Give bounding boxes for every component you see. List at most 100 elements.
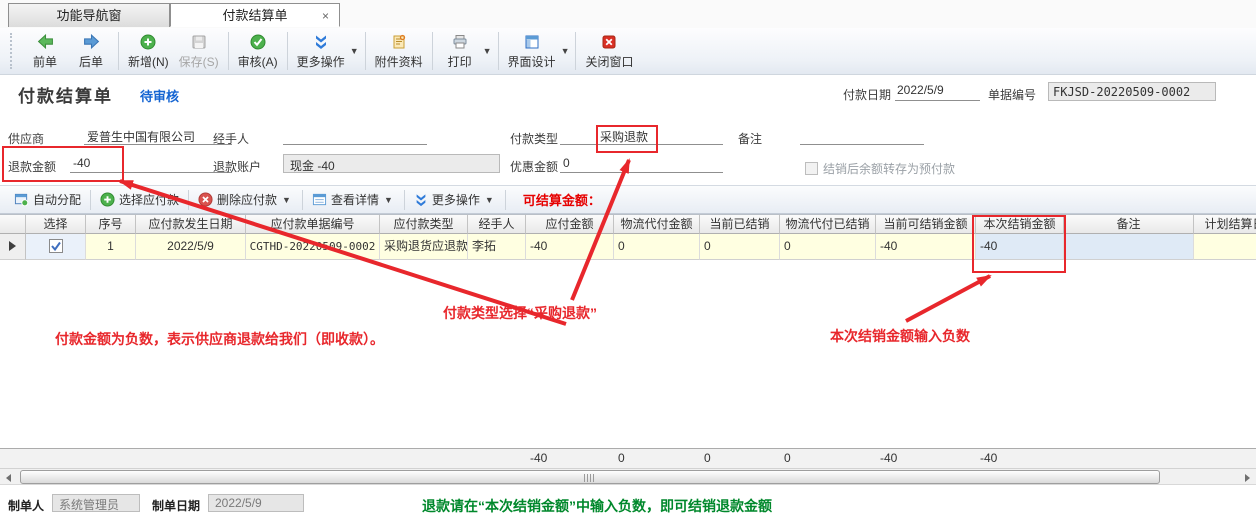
- cell-logistics-settled[interactable]: 0: [780, 234, 876, 260]
- pay-type-field[interactable]: 采购退款: [560, 128, 723, 145]
- doc-no-field: FKJSD-20220509-0002: [1048, 82, 1216, 101]
- toolbar-separator: [575, 32, 576, 70]
- cell-settleable[interactable]: -40: [876, 234, 976, 260]
- cell-logistics-amount[interactable]: 0: [614, 234, 700, 260]
- save-button[interactable]: 保存(S): [174, 30, 224, 72]
- create-date-label: 制单日期: [152, 497, 200, 514]
- print-dropdown-icon[interactable]: ▼: [483, 46, 492, 56]
- column-header-payable-type[interactable]: 应付款类型: [380, 215, 468, 234]
- checkbox-checked-icon[interactable]: [49, 239, 63, 253]
- pay-date-field[interactable]: 2022/5/9: [895, 83, 980, 101]
- tab-function-nav[interactable]: 功能导航窗: [8, 3, 170, 27]
- scrollbar-thumb[interactable]: [20, 470, 1160, 484]
- refund-account-field[interactable]: 现金 -40: [283, 154, 500, 173]
- tab-close-icon[interactable]: ×: [322, 4, 329, 28]
- transfer-balance-label: 结销后余额转存为预付款: [823, 160, 955, 177]
- column-header-remark[interactable]: 备注: [1064, 215, 1194, 234]
- cell-settled[interactable]: 0: [700, 234, 780, 260]
- double-chevron-down-icon: [313, 33, 329, 51]
- double-chevron-down-icon: [414, 193, 428, 207]
- more-ops-button[interactable]: 更多操作 ▼: [408, 189, 502, 211]
- plus-circle-icon: [100, 192, 115, 207]
- settleable-amount-label: 可结算金额：: [523, 190, 601, 209]
- arrow-left-icon: [37, 33, 54, 51]
- cell-payable-type[interactable]: 采购退货应退款: [380, 234, 468, 260]
- next-doc-button[interactable]: 后单: [68, 30, 114, 72]
- print-button[interactable]: 打印: [437, 30, 483, 72]
- payables-grid: 选择 序号 应付款发生日期 应付款单据编号 应付款类型 经手人 应付金额 物流代…: [0, 214, 1256, 485]
- view-detail-dropdown-icon[interactable]: ▼: [384, 195, 393, 205]
- main-toolbar: 前单 后单 新增(N) 保存(S) 审核(A): [0, 28, 1256, 75]
- table-row[interactable]: 1 2022/5/9 CGTHD-20220509-0002 采购退货应退款 李…: [0, 234, 1256, 260]
- column-header-payable-date[interactable]: 应付款发生日期: [136, 215, 246, 234]
- transfer-balance-checkbox[interactable]: [805, 162, 818, 175]
- total-logistics-settled: 0: [780, 449, 876, 469]
- column-header-payable-doc-no[interactable]: 应付款单据编号: [246, 215, 380, 234]
- close-window-button[interactable]: 关闭窗口: [580, 30, 638, 72]
- row-select-cell[interactable]: [26, 234, 86, 260]
- column-header-plan-date[interactable]: 计划结算日期: [1194, 215, 1256, 234]
- payment-settlement-window: 功能导航窗 付款结算单 × 前单 后单 新增(N): [0, 0, 1256, 522]
- pay-date-label: 付款日期: [843, 86, 891, 103]
- delete-circle-icon: [198, 192, 213, 207]
- handler-field[interactable]: [283, 128, 427, 145]
- audit-button[interactable]: 审核(A): [233, 30, 283, 72]
- column-header-logistics-settled[interactable]: 物流代付已结销: [780, 215, 876, 234]
- cell-this-settle[interactable]: -40: [976, 234, 1064, 260]
- more-operations-button[interactable]: 更多操作: [292, 30, 350, 72]
- cell-handler[interactable]: 李拓: [468, 234, 526, 260]
- row-indicator: [0, 234, 26, 260]
- discount-amount-label: 优惠金额: [510, 158, 558, 175]
- column-header-this-settle[interactable]: 本次结销金额: [976, 215, 1064, 234]
- column-header-settleable[interactable]: 当前可结销金额: [876, 215, 976, 234]
- refund-tip-text: 退款请在“本次结销金额”中输入负数，即可结销退款金额: [422, 496, 772, 516]
- refund-amount-field[interactable]: -40: [70, 156, 232, 173]
- toolbar-separator: [365, 32, 366, 70]
- doc-no-label: 单据编号: [988, 86, 1036, 103]
- detail-list-icon: [312, 192, 327, 207]
- tab-payment-settlement[interactable]: 付款结算单 ×: [170, 3, 340, 27]
- cell-plan-date[interactable]: [1194, 234, 1256, 260]
- delete-payable-dropdown-icon[interactable]: ▼: [282, 195, 291, 205]
- plus-circle-icon: [140, 33, 156, 51]
- column-header-payable-amount[interactable]: 应付金额: [526, 215, 614, 234]
- more-ops-dropdown-icon[interactable]: ▼: [485, 195, 494, 205]
- auto-allocate-button[interactable]: 自动分配: [8, 189, 87, 211]
- remark-label: 备注: [738, 130, 762, 147]
- new-button[interactable]: 新增(N): [123, 30, 174, 72]
- column-header-handler[interactable]: 经手人: [468, 215, 526, 234]
- cell-payable-doc-no[interactable]: CGTHD-20220509-0002: [246, 234, 380, 260]
- status-badge: 待审核: [140, 86, 179, 105]
- ui-design-button[interactable]: 界面设计: [503, 30, 561, 72]
- cell-remark[interactable]: [1064, 234, 1194, 260]
- column-header-settled[interactable]: 当前已结销: [700, 215, 780, 234]
- toolbar-separator: [228, 32, 229, 70]
- total-settled: 0: [700, 449, 780, 469]
- column-header-select[interactable]: 选择: [26, 215, 86, 234]
- more-operations-dropdown-icon[interactable]: ▼: [350, 46, 359, 56]
- total-this-settle: -40: [976, 449, 1064, 469]
- column-header-logistics-amount[interactable]: 物流代付金额: [614, 215, 700, 234]
- total-payable-amount: -40: [526, 449, 614, 469]
- tab-strip: 功能导航窗 付款结算单 ×: [0, 0, 1256, 29]
- delete-payable-button[interactable]: 删除应付款 ▼: [192, 189, 299, 211]
- remark-field[interactable]: [800, 128, 924, 145]
- toolbar-separator: [188, 190, 189, 210]
- save-icon: [191, 33, 207, 51]
- prev-doc-button[interactable]: 前单: [22, 30, 68, 72]
- cell-payable-amount[interactable]: -40: [526, 234, 614, 260]
- form-area: 供应商 爱普生中国有限公司 经手人 付款类型 采购退款 备注 退款金额 -40 …: [0, 110, 1256, 185]
- supplier-field[interactable]: 爱普生中国有限公司: [84, 128, 232, 145]
- select-payable-button[interactable]: 选择应付款: [94, 189, 185, 211]
- detail-toolbar: 自动分配 选择应付款 删除应付款 ▼ 查看详情 ▼ 更多操作 ▼ 可结算金额：: [0, 185, 1256, 214]
- discount-amount-field[interactable]: 0: [560, 156, 723, 173]
- attachment-icon: [391, 33, 407, 51]
- grid-header-row: 选择 序号 应付款发生日期 应付款单据编号 应付款类型 经手人 应付金额 物流代…: [0, 215, 1256, 234]
- cell-payable-date[interactable]: 2022/5/9: [136, 234, 246, 260]
- creator-label: 制单人: [8, 497, 44, 514]
- ui-design-dropdown-icon[interactable]: ▼: [561, 46, 570, 56]
- column-header-seq[interactable]: 序号: [86, 215, 136, 234]
- cell-seq[interactable]: 1: [86, 234, 136, 260]
- view-detail-button[interactable]: 查看详情 ▼: [306, 189, 401, 211]
- attachments-button[interactable]: 附件资料: [370, 30, 428, 72]
